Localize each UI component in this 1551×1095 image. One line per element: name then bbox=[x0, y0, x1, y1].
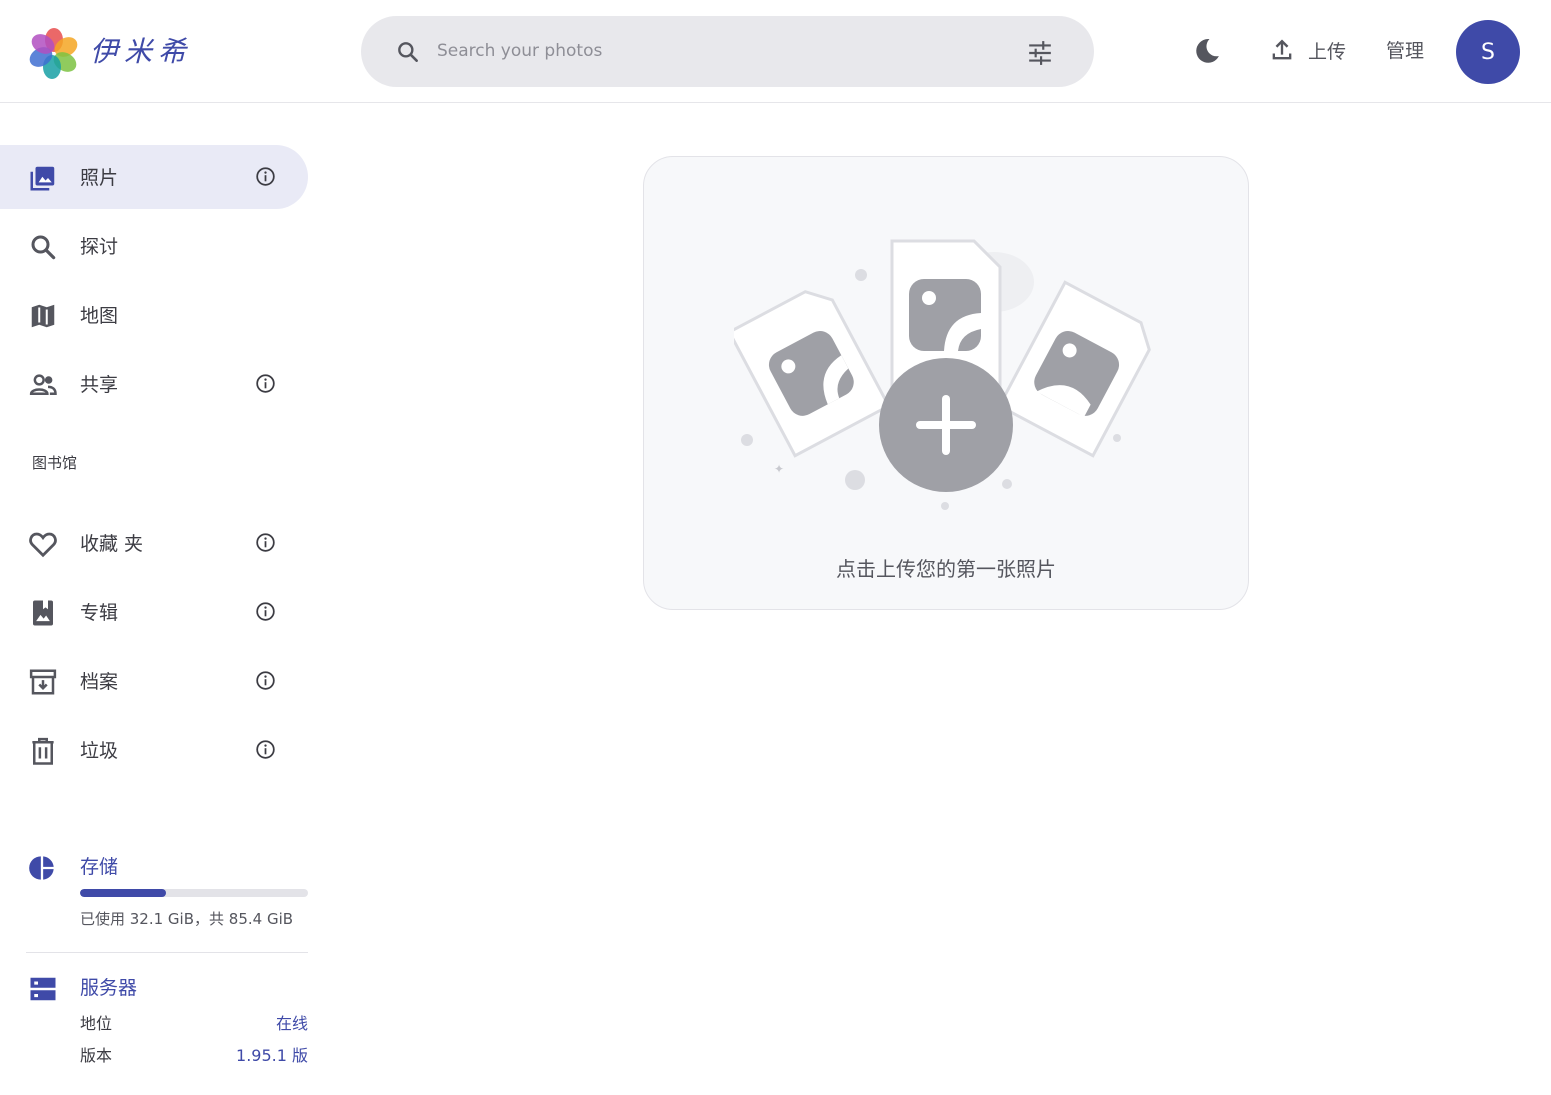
info-icon[interactable] bbox=[255, 532, 276, 553]
search-icon bbox=[31, 235, 56, 260]
storage-usage-text: 已使用 32.1 GiB，共 85.4 GiB bbox=[80, 910, 294, 928]
server-version-value[interactable]: 1.95.1 版 bbox=[236, 1042, 308, 1066]
sidebar-item-favorites[interactable]: 收藏 夹 bbox=[0, 511, 308, 575]
pie-chart-icon bbox=[29, 856, 54, 880]
trash-icon bbox=[32, 737, 54, 765]
server-status-label: 地位 bbox=[80, 1014, 113, 1033]
search-input[interactable] bbox=[437, 34, 997, 68]
sidebar-item-archive[interactable]: 档案 bbox=[0, 649, 308, 713]
heart-icon bbox=[29, 532, 57, 558]
sidebar-item-photos[interactable]: 照片 bbox=[0, 145, 308, 209]
upload-icon bbox=[1272, 39, 1292, 60]
tune-filter-icon[interactable] bbox=[1027, 40, 1053, 66]
server-status-value: 在线 bbox=[275, 1014, 308, 1033]
sidebar-item-label: 探讨 bbox=[80, 236, 119, 258]
sidebar-item-trash[interactable]: 垃圾 bbox=[0, 718, 308, 782]
sidebar-item-label: 共享 bbox=[80, 374, 119, 396]
info-icon[interactable] bbox=[255, 601, 276, 622]
app-logo-icon[interactable] bbox=[28, 27, 80, 79]
moon-icon[interactable] bbox=[1192, 36, 1222, 66]
upload-button[interactable]: 上传 bbox=[1268, 35, 1346, 65]
sidebar-item-label: 收藏 夹 bbox=[80, 533, 144, 555]
sidebar-item-label: 专辑 bbox=[80, 602, 119, 624]
info-icon[interactable] bbox=[255, 670, 276, 691]
info-icon[interactable] bbox=[255, 166, 276, 187]
upload-photos-illustration: ✦ bbox=[734, 239, 1151, 510]
user-avatar[interactable]: S bbox=[1456, 20, 1520, 84]
info-icon[interactable] bbox=[255, 373, 276, 394]
upload-label: 上传 bbox=[1308, 40, 1347, 63]
sidebar-item-explore[interactable]: 探讨 bbox=[0, 214, 308, 278]
empty-state-text[interactable]: 点击上传您的第一张照片 bbox=[644, 553, 1248, 582]
sidebar-item-map[interactable]: 地图 bbox=[0, 283, 308, 347]
sidebar-item-sharing[interactable]: 共享 bbox=[0, 352, 308, 416]
sidebar-item-label: 档案 bbox=[80, 671, 119, 693]
server-version-label: 版本 bbox=[80, 1046, 113, 1065]
archive-icon bbox=[29, 669, 57, 695]
search-icon bbox=[398, 42, 418, 62]
sidebar-item-label: 地图 bbox=[80, 305, 119, 327]
brand-name[interactable]: 伊米希 bbox=[90, 30, 192, 70]
sidebar-item-albums[interactable]: 专辑 bbox=[0, 580, 308, 644]
search-bar[interactable] bbox=[361, 16, 1094, 87]
map-icon bbox=[31, 304, 55, 328]
server-icon bbox=[30, 977, 56, 1001]
people-icon bbox=[29, 374, 57, 395]
manage-button[interactable]: 管理 bbox=[1386, 36, 1424, 63]
top-bar: 伊米希 上传 管理 S bbox=[0, 0, 1551, 103]
svg-text:✦: ✦ bbox=[774, 462, 784, 476]
storage-progress-bar bbox=[80, 889, 308, 897]
upload-empty-state-card[interactable]: ✦ 点击上传您的第一张照片 bbox=[643, 156, 1249, 610]
sidebar-item-label: 垃圾 bbox=[80, 740, 119, 762]
server-title: 服务器 bbox=[80, 977, 138, 999]
divider bbox=[26, 952, 308, 953]
photos-icon bbox=[30, 166, 55, 191]
album-icon bbox=[33, 600, 53, 626]
storage-title: 存储 bbox=[80, 856, 119, 878]
info-icon[interactable] bbox=[255, 739, 276, 760]
storage-progress-fill bbox=[80, 889, 166, 897]
library-section-title: 图书馆 bbox=[32, 454, 78, 472]
sidebar-item-label: 照片 bbox=[80, 167, 119, 189]
